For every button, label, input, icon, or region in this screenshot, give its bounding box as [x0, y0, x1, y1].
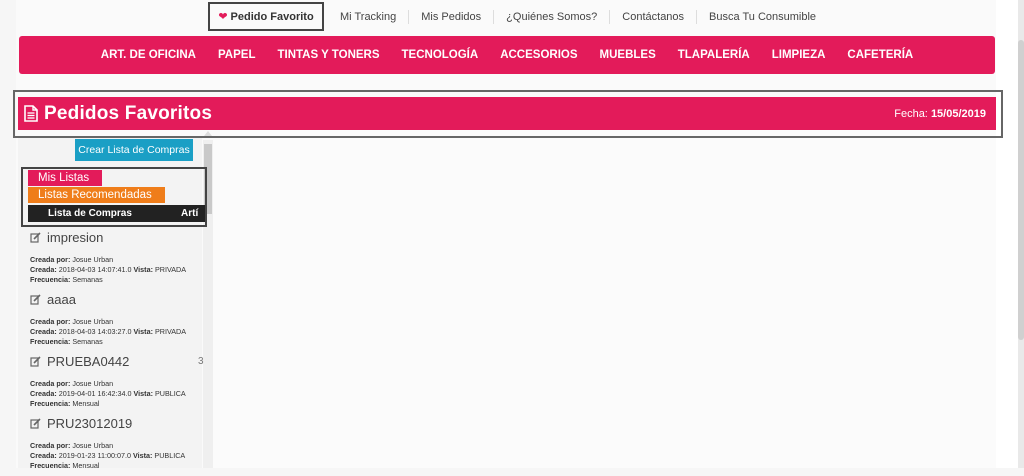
category-papel[interactable]: PAPEL	[207, 49, 267, 61]
list-item[interactable]: PRUEBA0442 3 Creada por: Josue Urban Cre…	[30, 352, 205, 414]
nav-pedido-favorito-label: Pedido Favorito	[230, 10, 314, 23]
list-name[interactable]: aaaa	[47, 292, 76, 307]
tab-listas-recomendadas[interactable]: Listas Recomendadas	[28, 187, 165, 203]
list-name-row[interactable]: PRUEBA0442	[30, 352, 205, 370]
list-meta: Creada por: Josue Urban Creada: 2018-04-…	[30, 317, 205, 348]
frequency-label: Frecuencia:	[30, 275, 71, 285]
frequency: Mensual	[72, 461, 100, 471]
frequency-label: Frecuencia:	[30, 337, 71, 347]
created-by-label: Creada por:	[30, 441, 71, 450]
edit-icon[interactable]	[30, 231, 41, 243]
category-tintas-toners[interactable]: TINTAS Y TONERS	[266, 49, 390, 61]
main-content-area	[213, 140, 996, 468]
visibility: PUBLICA	[154, 451, 186, 461]
tab-mis-listas[interactable]: Mis Listas	[28, 170, 102, 186]
visibility-label: Vista:	[133, 265, 153, 275]
nav-busca-consumible[interactable]: Busca Tu Consumible	[696, 9, 828, 24]
list-table-header: Lista de Compras Artí	[28, 205, 205, 222]
page-title-group: Pedidos Favoritos	[18, 103, 212, 125]
created-label: Creada:	[30, 451, 57, 461]
created-by: Josue Urban	[72, 317, 114, 326]
created-date: 2018-04-03 14:07:41.0	[58, 265, 132, 275]
frequency: Mensual	[72, 399, 100, 409]
nav-quienes-somos[interactable]: ¿Quiénes Somos?	[493, 9, 609, 24]
column-articulos[interactable]: Artí	[181, 208, 198, 219]
list-name[interactable]: PRU23012019	[47, 416, 132, 431]
list-name-row[interactable]: aaaa	[30, 290, 205, 308]
create-list-button[interactable]: Crear Lista de Compras	[75, 139, 193, 161]
created-by-label: Creada por:	[30, 379, 71, 388]
nav-mi-tracking[interactable]: Mi Tracking	[328, 10, 408, 24]
heart-icon: ❤	[218, 11, 228, 23]
window-scrollbar-thumb[interactable]	[1018, 40, 1024, 340]
visibility-label: Vista:	[133, 389, 153, 399]
created-label: Creada:	[30, 389, 57, 399]
visibility: PUBLICA	[154, 389, 186, 399]
column-lista-de-compras[interactable]: Lista de Compras	[48, 208, 132, 219]
list-meta: Creada por: Josue Urban Creada: 2018-04-…	[30, 255, 205, 286]
created-by-label: Creada por:	[30, 255, 71, 264]
visibility: PRIVADA	[154, 265, 186, 275]
category-tlapaleria[interactable]: TLAPALERÍA	[667, 49, 761, 61]
list-name-row[interactable]: PRU23012019	[30, 414, 205, 432]
date-value: 15/05/2019	[930, 107, 986, 120]
created-by-label: Creada por:	[30, 317, 71, 326]
edit-icon[interactable]	[30, 355, 41, 367]
category-tecnologia[interactable]: TECNOLOGÍA	[391, 49, 490, 61]
date-label: Fecha:	[894, 107, 928, 120]
nav-pedido-favorito[interactable]: ❤ Pedido Favorito	[208, 2, 324, 31]
frequency: Semanas	[72, 337, 103, 347]
edit-icon[interactable]	[30, 293, 41, 305]
frequency: Semanas	[72, 275, 103, 285]
list-name[interactable]: PRUEBA0442	[47, 354, 129, 369]
category-accesorios[interactable]: ACCESORIOS	[489, 49, 588, 61]
created-date: 2019-01-23 11:00:07.0	[58, 451, 131, 461]
category-cafeteria[interactable]: CAFETERÍA	[836, 49, 924, 61]
window-scrollbar[interactable]	[1018, 0, 1024, 468]
list-item[interactable]: impresion Creada por: Josue Urban Creada…	[30, 228, 205, 290]
list-item[interactable]: PRU23012019 Creada por: Josue Urban Crea…	[30, 414, 205, 476]
nav-contactanos[interactable]: Contáctanos	[609, 9, 696, 24]
list-meta: Creada por: Josue Urban Creada: 2019-01-…	[30, 441, 205, 472]
nav-mis-pedidos[interactable]: Mis Pedidos	[408, 9, 493, 24]
header-date: Fecha: 15/05/2019	[894, 108, 996, 120]
visibility: PRIVADA	[154, 327, 186, 337]
top-nav: ❤ Pedido Favorito Mi Tracking Mis Pedido…	[208, 0, 828, 33]
list-name-row[interactable]: impresion	[30, 228, 205, 246]
shopping-lists: impresion Creada por: Josue Urban Creada…	[30, 228, 205, 476]
page-title: Pedidos Favoritos	[44, 102, 213, 124]
document-icon	[24, 105, 38, 122]
list-side-value: 3	[198, 356, 204, 367]
category-muebles[interactable]: MUEBLES	[589, 49, 667, 61]
created-date: 2019-04-01 16:42:34.0	[58, 389, 132, 399]
visibility-label: Vista:	[133, 327, 153, 337]
edit-icon[interactable]	[30, 417, 41, 429]
list-meta: Creada por: Josue Urban Creada: 2019-04-…	[30, 379, 205, 410]
right-gutter	[996, 0, 1024, 468]
created-date: 2018-04-03 14:03:27.0	[58, 327, 132, 337]
created-by: Josue Urban	[72, 441, 114, 450]
created-label: Creada:	[30, 327, 57, 337]
header-notch	[204, 131, 212, 136]
category-nav: ART. DE OFICINA PAPEL TINTAS Y TONERS TE…	[19, 36, 995, 74]
category-art-oficina[interactable]: ART. DE OFICINA	[90, 49, 207, 61]
visibility-label: Vista:	[132, 451, 153, 461]
created-by: Josue Urban	[72, 379, 114, 388]
frequency-label: Frecuencia:	[30, 399, 71, 409]
category-limpieza[interactable]: LIMPIEZA	[761, 49, 837, 61]
list-name[interactable]: impresion	[47, 230, 103, 245]
created-label: Creada:	[30, 265, 57, 275]
created-by: Josue Urban	[72, 255, 114, 264]
frequency-label: Frecuencia:	[30, 461, 71, 471]
list-item[interactable]: aaaa Creada por: Josue Urban Creada: 201…	[30, 290, 205, 352]
page-header: Pedidos Favoritos Fecha: 15/05/2019	[18, 97, 996, 130]
